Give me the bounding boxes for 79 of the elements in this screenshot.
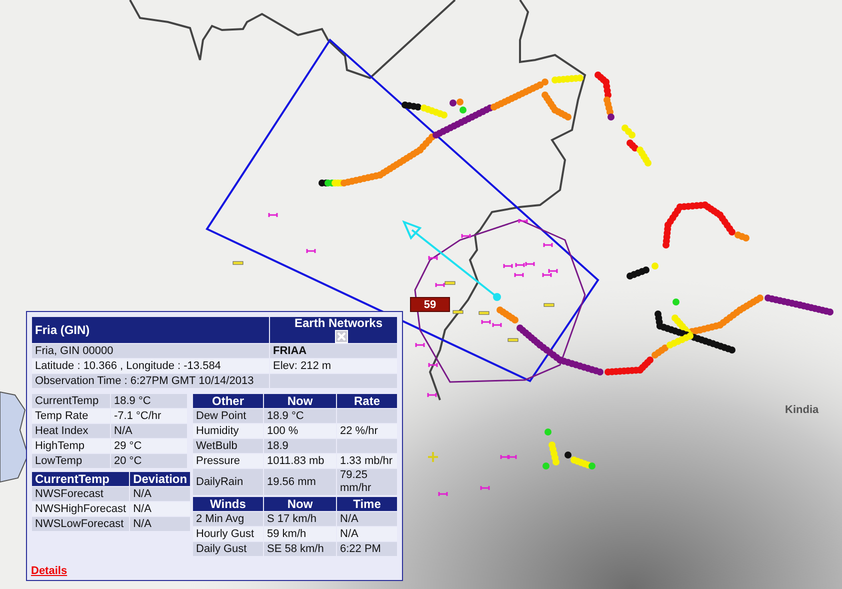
station-marker-icon	[268, 213, 278, 217]
dash-marker-icon	[478, 311, 490, 315]
column-header: Deviation	[130, 472, 190, 486]
details-link[interactable]: Details	[31, 563, 68, 580]
station-marker-icon	[438, 492, 448, 496]
table-cell: 2 Min Avg	[193, 512, 263, 526]
station-title: Fria (GIN)	[32, 317, 269, 344]
station-marker-icon	[428, 256, 438, 260]
table-cell: NWSHighForecast	[32, 502, 130, 516]
station-marker-icon	[503, 264, 513, 268]
column-header: Now	[264, 394, 336, 408]
dash-marker-icon	[444, 281, 456, 285]
table-cell: NWSForecast	[32, 487, 130, 502]
storm-track	[626, 262, 658, 280]
table-cell: LowTemp	[32, 454, 110, 468]
table-cell: Dew Point	[193, 409, 263, 424]
station-location: Fria, GIN 00000	[32, 344, 269, 358]
table-cell: Temp Rate	[32, 409, 110, 424]
table-cell: N/A	[130, 502, 190, 516]
table-cell: N/A	[130, 517, 190, 532]
observation-time: Observation Time : 6:27PM GMT 10/14/2013	[32, 374, 269, 388]
table-cell: Daily Gust	[193, 542, 263, 556]
station-marker-icon	[480, 486, 490, 490]
plus-marker-icon	[428, 452, 438, 462]
table-cell: N/A	[337, 512, 397, 526]
place-label: Kindia	[785, 403, 819, 418]
column-header: Winds	[193, 497, 263, 512]
dash-marker-icon	[544, 303, 554, 307]
table-cell: 6:22 PM	[337, 542, 397, 556]
table-cell: HighTemp	[32, 439, 110, 454]
dash-marker-icon	[452, 310, 464, 314]
table-cell: Heat Index	[32, 424, 110, 438]
table-cell: 22 %/hr	[337, 424, 397, 438]
station-marker-icon	[518, 219, 528, 223]
station-elevation: Elev: 212 m	[270, 359, 397, 374]
table-cell: 100 %	[264, 424, 336, 438]
table-cell: 59 km/h	[264, 527, 336, 542]
station-marker-icon	[427, 393, 437, 397]
table-cell: 1.33 mb/hr	[337, 454, 397, 468]
table-cell: 1011.83 mb	[264, 454, 336, 468]
column-header: Time	[337, 497, 397, 512]
station-coordinates: Latitude : 10.366 , Longitude : -13.584	[32, 359, 269, 374]
station-marker-icon	[514, 273, 524, 277]
table-cell: N/A	[111, 424, 187, 438]
table-cell: NWSLowForecast	[32, 517, 130, 532]
station-marker-icon	[415, 343, 425, 347]
table-cell: Pressure	[193, 454, 263, 468]
table-cell: 79.25 mm/hr	[337, 469, 397, 496]
station-marker-icon	[306, 249, 316, 253]
table-cell: S 17 km/h	[264, 512, 336, 526]
station-marker-icon	[543, 243, 553, 247]
table-cell: CurrentTemp	[32, 394, 110, 408]
table-cell: Hourly Gust	[193, 527, 263, 542]
table-cell: 18.9 °C	[111, 394, 187, 408]
station-marker-icon	[461, 234, 471, 238]
table-cell: -7.1 °C/hr	[111, 409, 187, 424]
close-button[interactable]	[335, 330, 348, 344]
column-header: Rate	[337, 394, 397, 408]
column-header: Now	[264, 497, 336, 512]
table-cell: WetBulb	[193, 439, 263, 454]
table-cell: 18.9 °C	[264, 409, 336, 424]
dash-marker-icon	[508, 338, 518, 342]
column-header: CurrentTemp	[32, 472, 130, 486]
table-cell: 19.56 mm	[264, 469, 336, 496]
network-name: Earth Networks	[294, 316, 383, 330]
storm-track	[542, 428, 596, 470]
station-value-label: 59	[410, 297, 450, 312]
station-marker-icon	[428, 363, 438, 367]
table-cell: DailyRain	[193, 469, 263, 496]
station-id: FRIAA	[270, 344, 397, 358]
table-cell: N/A	[130, 487, 190, 502]
table-cell: 20 °C	[111, 454, 187, 468]
table-cell: N/A	[337, 527, 397, 542]
column-header: Other	[193, 394, 263, 408]
table-cell: Humidity	[193, 424, 263, 438]
table-cell: SE 58 km/h	[264, 542, 336, 556]
table-cell: 29 °C	[111, 439, 187, 454]
table-cell: 18.9	[264, 439, 336, 454]
dash-marker-icon	[232, 261, 244, 265]
